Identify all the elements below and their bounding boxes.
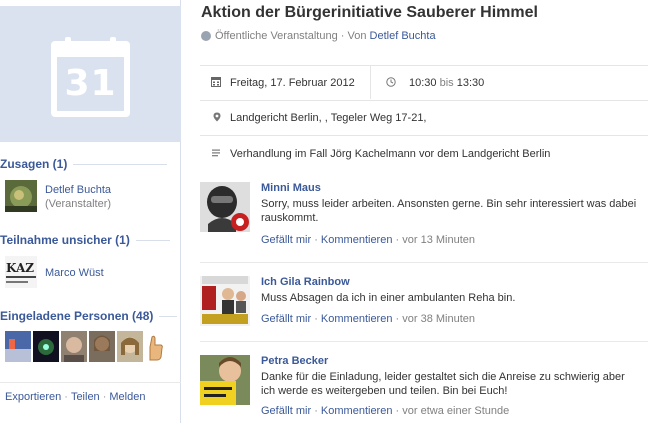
- event-location: Landgericht Berlin, , Tegeler Weg 17-21,: [230, 112, 427, 124]
- event-picture[interactable]: 31: [0, 6, 181, 142]
- description-icon: [212, 149, 220, 157]
- svg-text:KAZ: KAZ: [6, 261, 34, 275]
- divider: [200, 135, 648, 136]
- divider: [200, 65, 648, 66]
- like-link[interactable]: Gefällt mir: [261, 313, 311, 325]
- comment-link[interactable]: Kommentieren: [321, 313, 393, 325]
- maybe-person-name[interactable]: Marco Wüst: [45, 267, 104, 279]
- left-column: 31 Zusagen (1) Detlef Buchta (Veranstalt…: [0, 0, 181, 423]
- organizer-role: (Veranstalter): [45, 198, 112, 210]
- left-footer-links: Exportieren · Teilen · Melden: [5, 391, 146, 403]
- post-text: Sorry, muss leider arbeiten. Ansonsten g…: [261, 198, 637, 224]
- avatar[interactable]: [5, 180, 37, 212]
- post-avatar[interactable]: [200, 182, 250, 232]
- post-time[interactable]: vor 38 Minuten: [402, 313, 475, 325]
- comment-link[interactable]: Kommentieren: [321, 405, 393, 417]
- event-date: Freitag, 17. Februar 2012: [230, 77, 355, 89]
- divider: [200, 262, 648, 263]
- organizer-link[interactable]: Detlef Buchta: [370, 30, 436, 42]
- invited-header[interactable]: Eingeladene Personen (48): [0, 309, 178, 323]
- guest-avatar[interactable]: [5, 331, 31, 362]
- post-text: Danke für die Einladung, leider gestalte…: [261, 371, 625, 397]
- like-link[interactable]: Gefällt mir: [261, 234, 311, 246]
- calendar-small-icon: [211, 77, 221, 87]
- post-author[interactable]: Minni Maus: [261, 182, 321, 194]
- calendar-icon: 31: [51, 37, 130, 117]
- clock-icon: [386, 77, 396, 87]
- post-time[interactable]: vor 13 Minuten: [402, 234, 475, 246]
- guest-avatar[interactable]: [33, 331, 59, 362]
- going-header[interactable]: Zusagen (1): [0, 157, 168, 171]
- post-author[interactable]: Petra Becker: [261, 355, 328, 367]
- guest-avatar[interactable]: [89, 331, 115, 362]
- divider: [200, 341, 648, 342]
- avatar[interactable]: KAZ: [5, 256, 37, 288]
- post-time[interactable]: vor etwa einer Stunde: [402, 405, 509, 417]
- post-author[interactable]: Ich Gila Rainbow: [261, 276, 350, 288]
- event-visibility: Öffentliche Veranstaltung: [215, 30, 338, 42]
- globe-icon: [201, 31, 211, 41]
- location-pin-icon: [213, 112, 221, 122]
- post-meta: Gefällt mir · Kommentieren · vor 38 Minu…: [261, 313, 476, 325]
- like-link[interactable]: Gefällt mir: [261, 405, 311, 417]
- post-meta: Gefällt mir · Kommentieren · vor etwa ei…: [261, 405, 510, 417]
- divider: [200, 100, 648, 101]
- post-text: Muss Absagen da ich in einer ambulanten …: [261, 292, 516, 304]
- event-time: 10:30 bis 13:30: [409, 77, 485, 89]
- export-link[interactable]: Exportieren: [5, 391, 61, 403]
- event-description: Verhandlung im Fall Jörg Kachelmann vor …: [230, 148, 551, 160]
- guest-avatar[interactable]: [61, 331, 87, 362]
- share-link[interactable]: Teilen: [71, 391, 100, 403]
- maybe-header[interactable]: Teilnahme unsicher (1): [0, 233, 170, 247]
- guest-avatar[interactable]: [117, 331, 143, 362]
- event-subtitle: Öffentliche Veranstaltung · Von Detlef B…: [201, 30, 436, 42]
- divider: [370, 66, 371, 99]
- divider: [0, 382, 181, 383]
- post-meta: Gefällt mir · Kommentieren · vor 13 Minu…: [261, 234, 476, 246]
- thumbs-up-icon[interactable]: [145, 333, 165, 363]
- comment-link[interactable]: Kommentieren: [321, 234, 393, 246]
- calendar-day: 31: [64, 63, 117, 104]
- post-avatar[interactable]: [200, 276, 250, 326]
- going-person-name[interactable]: Detlef Buchta: [45, 184, 111, 196]
- post-avatar[interactable]: [200, 355, 250, 405]
- report-link[interactable]: Melden: [109, 391, 145, 403]
- invited-guests: [5, 331, 143, 362]
- event-title: Aktion der Bürgerinitiative Sauberer Him…: [201, 4, 538, 21]
